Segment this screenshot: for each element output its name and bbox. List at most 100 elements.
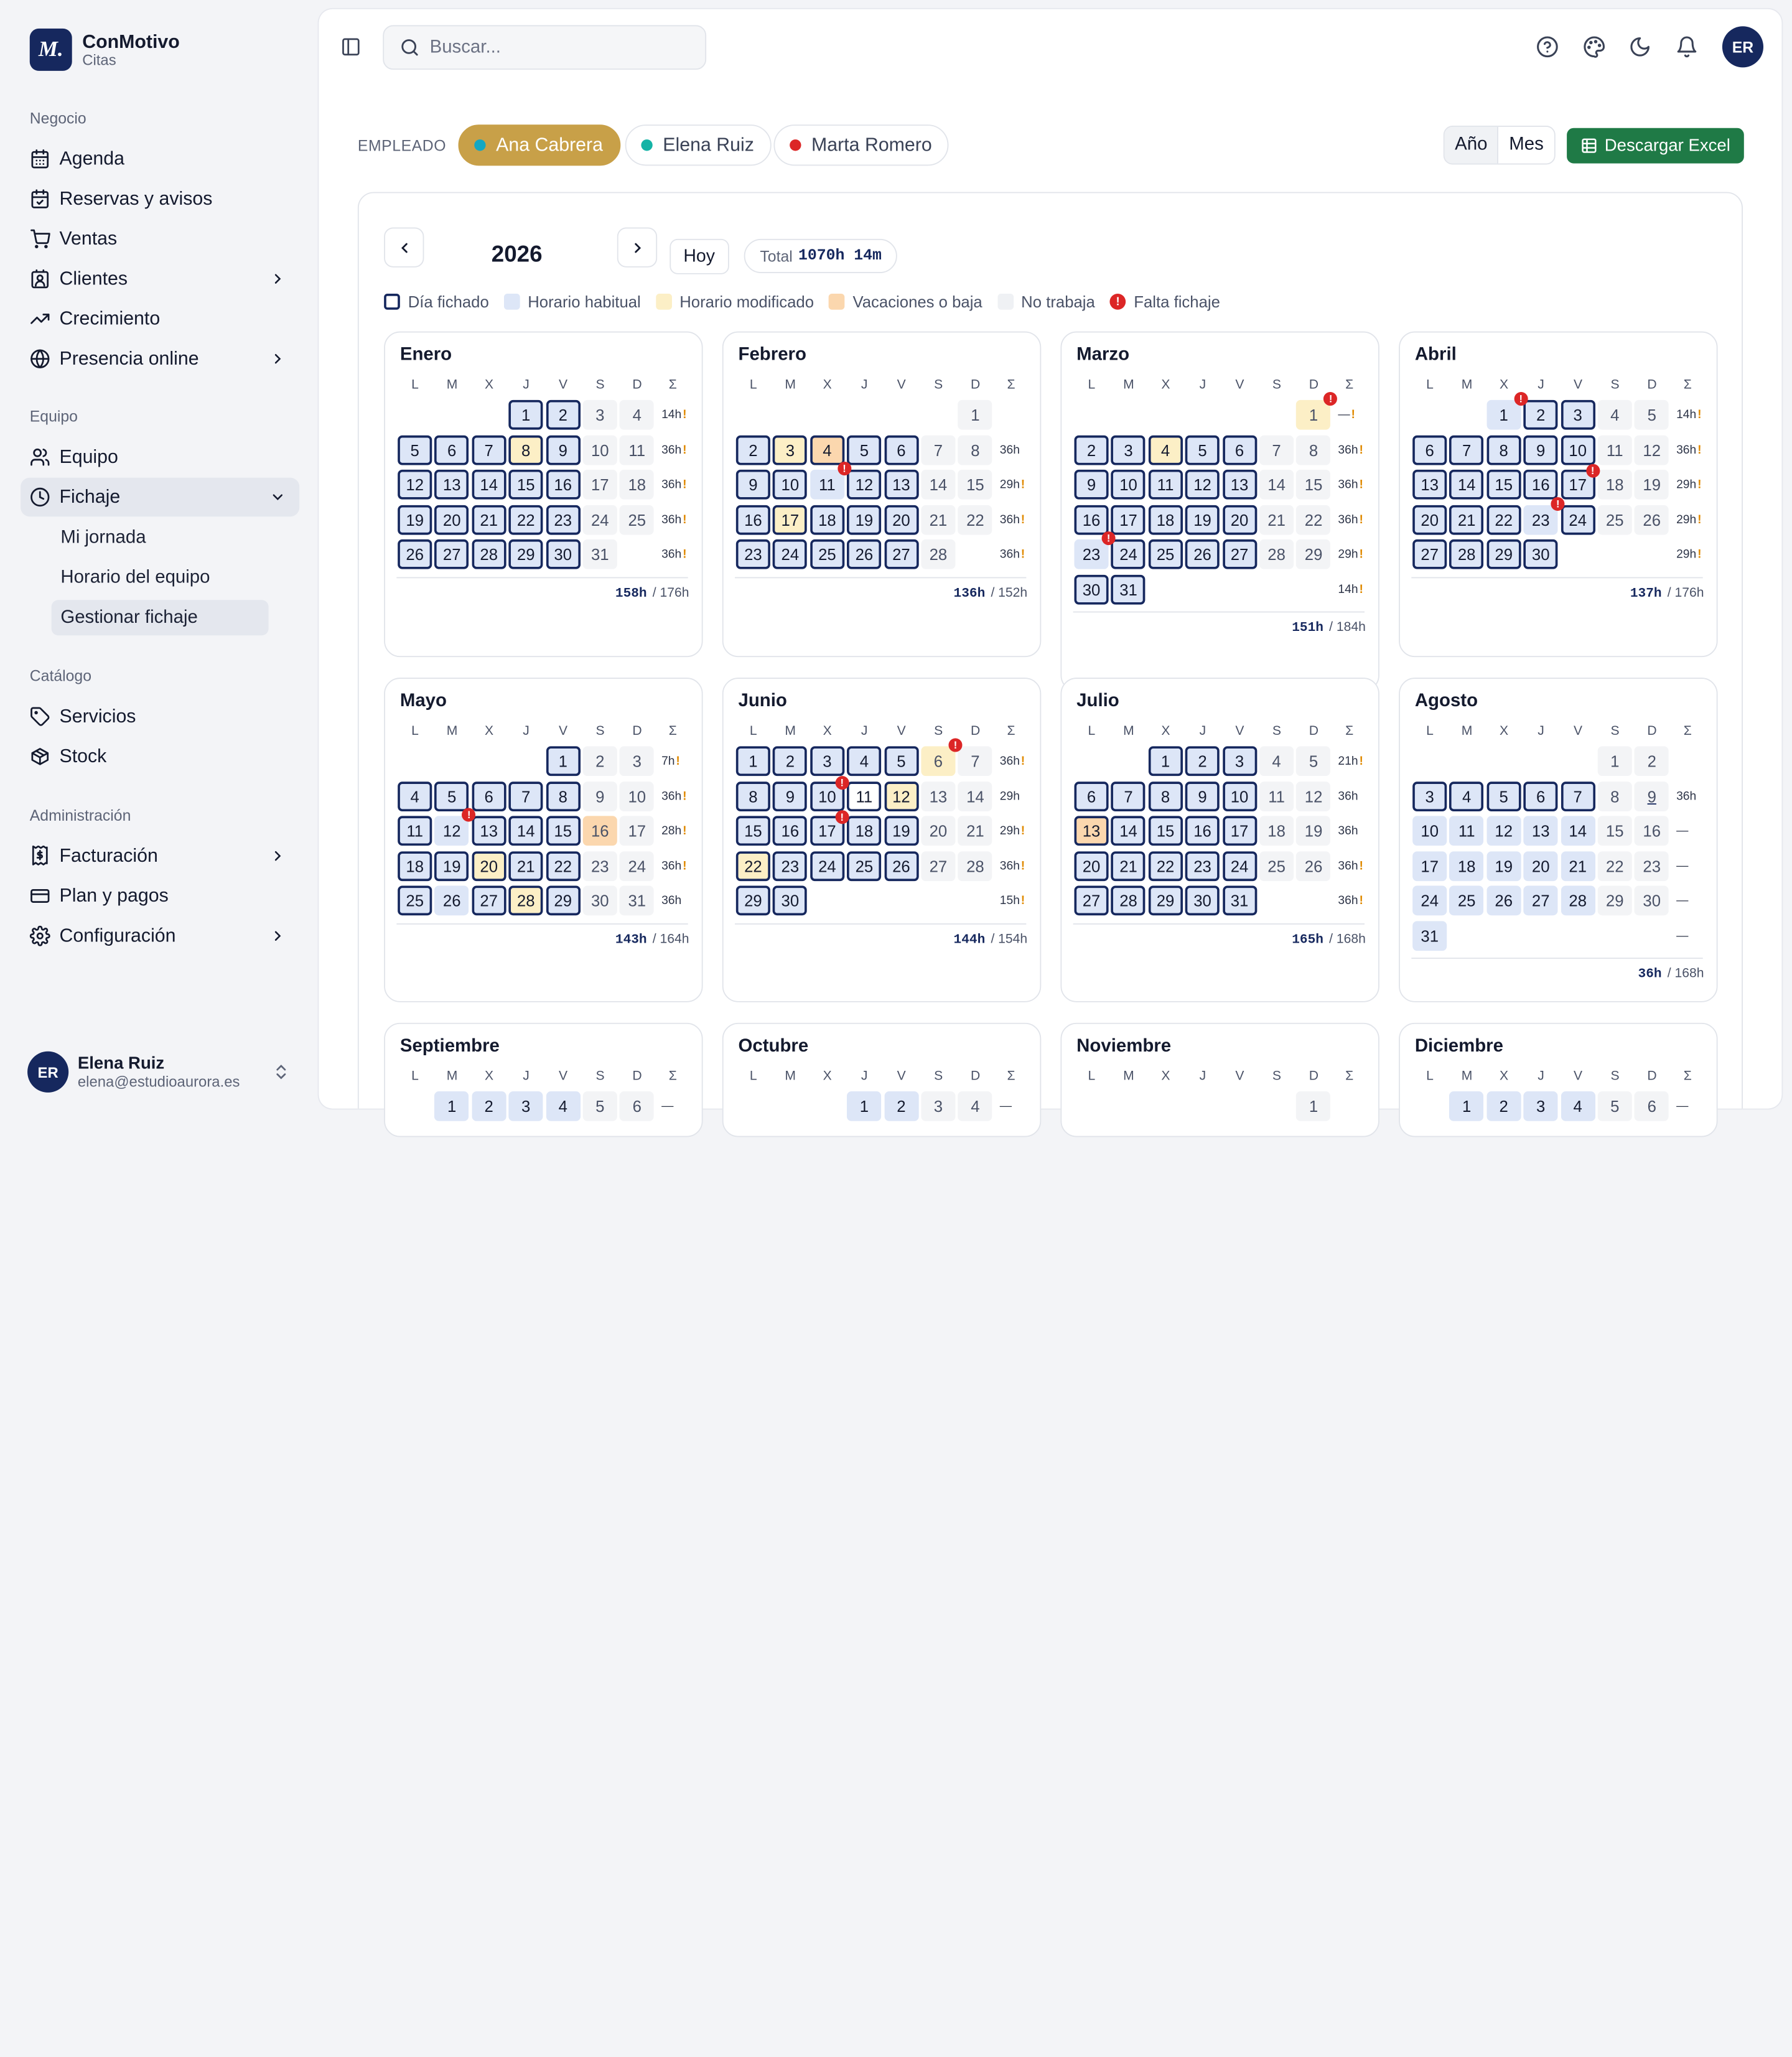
view-month-button[interactable]: Mes [1499, 127, 1554, 164]
day-cell[interactable]: 16 [1185, 816, 1220, 846]
sidebar-item-ventas[interactable]: Ventas [21, 220, 299, 258]
day-cell[interactable]: 1 [1148, 746, 1183, 777]
day-cell[interactable]: 6 [1635, 1091, 1669, 1121]
day-cell[interactable]: 12 [1635, 434, 1669, 465]
day-cell[interactable]: 28 [508, 885, 543, 916]
day-cell[interactable]: 10 [1412, 816, 1447, 846]
sidebar-item-plan[interactable]: Plan y pagos [21, 877, 299, 915]
day-cell[interactable]: 13 [884, 469, 918, 500]
day-cell[interactable]: 12! [434, 808, 476, 846]
day-cell[interactable]: 20 [921, 816, 956, 846]
palette-icon[interactable] [1583, 35, 1606, 58]
day-cell[interactable]: 6 [884, 434, 918, 465]
day-cell[interactable]: 6 [1222, 434, 1257, 465]
day-cell[interactable]: 28 [1561, 885, 1595, 916]
day-cell[interactable]: 9 [1635, 781, 1669, 811]
day-cell[interactable]: 10 [582, 434, 617, 465]
day-cell[interactable]: 1 [735, 746, 770, 777]
day-cell[interactable]: 1 [546, 746, 581, 777]
day-cell[interactable]: 2 [1074, 434, 1109, 465]
day-cell[interactable]: 6 [1523, 781, 1558, 811]
day-cell[interactable]: 11 [1597, 434, 1632, 465]
day-cell[interactable]: 1 [847, 1091, 882, 1121]
day-cell[interactable]: 3 [773, 434, 808, 465]
day-cell[interactable]: 25 [1148, 539, 1183, 569]
day-cell[interactable]: 20 [434, 504, 469, 534]
day-cell[interactable]: 26 [847, 539, 882, 569]
day-cell[interactable]: 29 [546, 885, 581, 916]
day-cell[interactable]: 11 [398, 816, 432, 846]
day-cell[interactable]: 20 [1222, 504, 1257, 534]
day-cell[interactable]: 24 [810, 851, 844, 881]
day-cell[interactable]: 2 [1486, 1091, 1521, 1121]
day-cell[interactable]: 10 [773, 469, 808, 500]
day-cell[interactable]: 14 [921, 469, 956, 500]
day-cell[interactable]: 9 [582, 781, 617, 811]
day-cell[interactable]: 26 [1296, 851, 1331, 881]
day-cell[interactable]: 28 [1111, 885, 1146, 916]
day-cell[interactable]: 28 [1259, 539, 1294, 569]
sidebar-item-servicios[interactable]: Servicios [21, 697, 299, 735]
day-cell[interactable]: 27 [921, 851, 956, 881]
day-cell[interactable]: 14 [1111, 816, 1146, 846]
day-cell[interactable]: 25 [847, 851, 882, 881]
day-cell[interactable]: 24 [773, 539, 808, 569]
day-cell[interactable]: 27 [1412, 539, 1447, 569]
day-cell[interactable]: 9 [773, 781, 808, 811]
day-cell[interactable]: 29 [1148, 885, 1183, 916]
day-cell[interactable]: 5 [1185, 434, 1220, 465]
sidebar-item-stock[interactable]: Stock [21, 737, 299, 776]
day-cell[interactable]: 3 [1111, 434, 1146, 465]
day-cell[interactable]: 31 [620, 885, 655, 916]
day-cell[interactable]: 22 [508, 504, 543, 534]
day-cell[interactable]: 1 [434, 1091, 469, 1121]
download-excel-button[interactable]: Descargar Excel [1567, 128, 1744, 164]
day-cell[interactable]: 4 [1597, 399, 1632, 430]
day-cell[interactable]: 26 [398, 539, 432, 569]
sidebar-item-equipo[interactable]: Equipo [21, 437, 299, 476]
day-cell[interactable]: 24 [1222, 851, 1257, 881]
day-cell[interactable]: 30 [1185, 885, 1220, 916]
day-cell[interactable]: 25 [1597, 504, 1632, 534]
day-cell[interactable]: 4 [398, 781, 432, 811]
day-cell[interactable]: 4 [810, 434, 844, 465]
day-cell[interactable]: 19 [398, 504, 432, 534]
day-cell[interactable]: 7 [1561, 781, 1595, 811]
day-cell[interactable]: 13 [472, 816, 506, 846]
day-cell[interactable]: 19 [1185, 504, 1220, 534]
day-cell[interactable]: 7 [921, 434, 956, 465]
day-cell[interactable]: 21 [1449, 504, 1484, 534]
sidebar-item-crecimiento[interactable]: Crecimiento [21, 299, 299, 338]
day-cell[interactable]: 1 [1449, 1091, 1484, 1121]
day-cell[interactable]: 23 [1635, 851, 1669, 881]
day-cell[interactable]: 30 [1074, 574, 1109, 604]
day-cell[interactable]: 25 [620, 504, 655, 534]
bell-icon[interactable] [1676, 35, 1699, 58]
day-cell[interactable]: 14 [508, 816, 543, 846]
day-cell[interactable]: 3 [620, 746, 655, 777]
day-cell[interactable]: 9 [1185, 781, 1220, 811]
day-cell[interactable]: 18 [1148, 504, 1183, 534]
day-cell[interactable]: 1! [1486, 391, 1528, 430]
day-cell[interactable]: 23 [735, 539, 770, 569]
day-cell[interactable]: 14 [958, 781, 992, 811]
day-cell[interactable]: 17 [1111, 504, 1146, 534]
day-cell[interactable]: 15 [1148, 816, 1183, 846]
day-cell[interactable]: 21 [1111, 851, 1146, 881]
day-cell[interactable]: 31 [1412, 920, 1447, 951]
day-cell[interactable]: 2 [582, 746, 617, 777]
day-cell[interactable]: 25 [810, 539, 844, 569]
day-cell[interactable]: 22 [1148, 851, 1183, 881]
prev-year-button[interactable] [384, 227, 424, 268]
day-cell[interactable]: 27 [472, 885, 506, 916]
sidebar-subitem-gestionar-fichaje[interactable]: Gestionar fichaje [51, 600, 269, 636]
day-cell[interactable]: 19 [1635, 469, 1669, 500]
sidebar-item-facturacion[interactable]: Facturación [21, 836, 299, 875]
day-cell[interactable]: 17 [620, 816, 655, 846]
day-cell[interactable]: 12 [847, 469, 882, 500]
day-cell[interactable]: 21 [472, 504, 506, 534]
day-cell[interactable]: 27 [1523, 885, 1558, 916]
sidebar-item-presencia[interactable]: Presencia online [21, 339, 299, 378]
day-cell[interactable]: 22 [735, 851, 770, 881]
day-cell[interactable]: 19 [884, 816, 918, 846]
